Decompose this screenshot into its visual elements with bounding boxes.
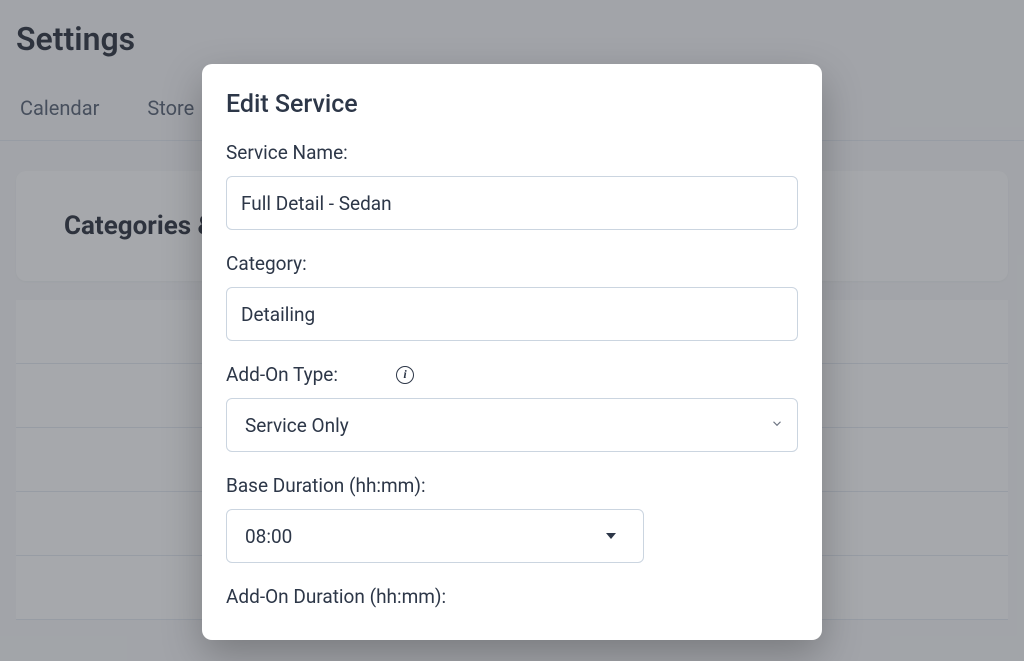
base-duration-label: Base Duration (hh:mm): [226, 474, 798, 497]
addon-duration-label: Add-On Duration (hh:mm): [226, 585, 798, 608]
addon-type-select[interactable]: Service Only [226, 398, 798, 452]
dialog-title: Edit Service [226, 90, 798, 119]
addon-type-label: Add-On Type: [226, 363, 338, 386]
category-input[interactable]: Detailing [226, 287, 798, 341]
edit-service-dialog: Edit Service Service Name: Full Detail -… [202, 64, 822, 640]
service-name-input[interactable]: Full Detail - Sedan [226, 176, 798, 230]
base-duration-select[interactable]: 08:00 [226, 509, 644, 563]
category-label: Category: [226, 252, 798, 275]
info-icon[interactable]: i [396, 366, 414, 384]
service-name-label: Service Name: [226, 141, 798, 164]
modal-overlay[interactable]: Edit Service Service Name: Full Detail -… [0, 0, 1024, 661]
